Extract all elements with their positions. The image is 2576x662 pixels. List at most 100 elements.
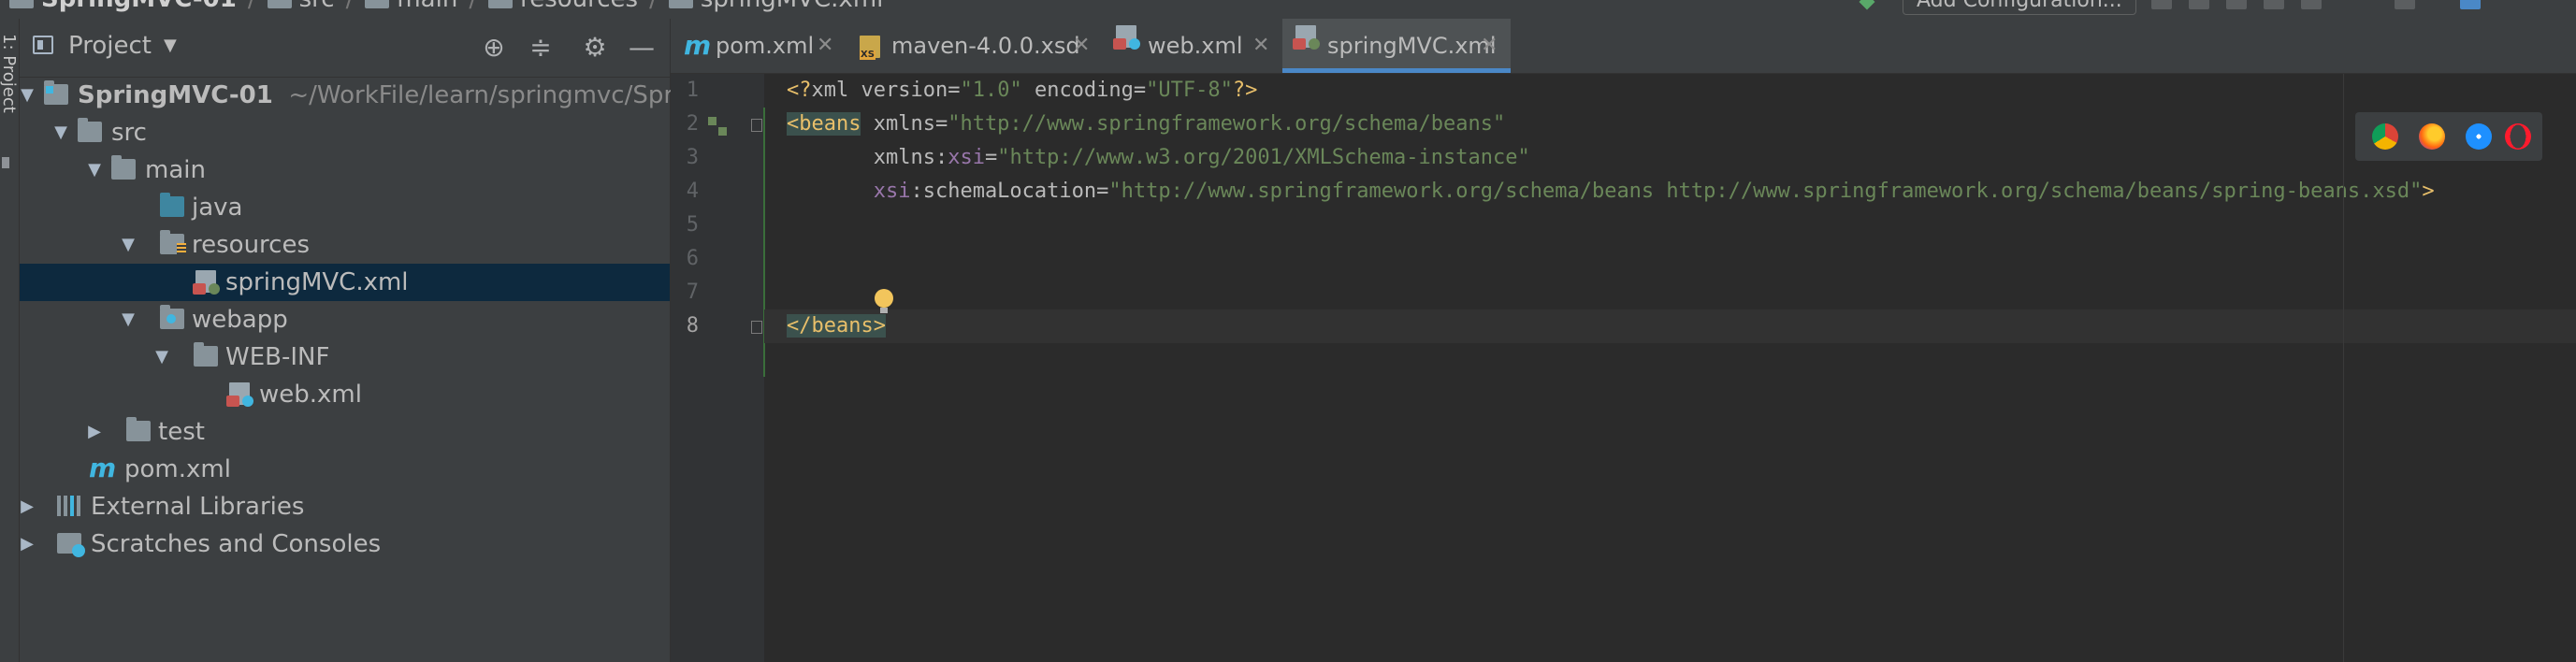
collapse-arrow-icon[interactable]: ▶ — [85, 413, 104, 451]
expand-arrow-icon[interactable]: ▼ — [18, 77, 36, 114]
tab-maven-xsd[interactable]: maven-4.0.0.xsd ✕ — [847, 19, 1101, 73]
line-number: 2 — [686, 112, 699, 136]
build-icon[interactable] — [1859, 0, 1875, 10]
tree-item-springmvc-01[interactable]: ▼ SpringMVC-01 ~/WorkFile/learn/springmv… — [18, 77, 696, 114]
add-configuration-button[interactable]: Add Configuration... — [1903, 0, 2136, 15]
hide-icon[interactable]: — — [626, 32, 658, 63]
breadcrumb-item-file[interactable]: springMVC.xml — [701, 0, 884, 13]
tab-pom-xml[interactable]: m pom.xml ✕ — [671, 19, 845, 73]
tree-item-external-libraries[interactable]: ▶ External Libraries — [20, 488, 670, 525]
project-view-selector[interactable]: Project — [68, 32, 152, 60]
collapse-arrow-icon[interactable]: ▶ — [18, 488, 36, 525]
expand-arrow-icon[interactable]: ▼ — [152, 338, 171, 376]
spring-bean-gutter-icon[interactable] — [708, 117, 729, 137]
code-line-8[interactable]: </beans> — [787, 309, 886, 343]
folder-icon — [488, 0, 514, 8]
locate-icon[interactable]: ⊕ — [478, 32, 510, 63]
tree-item-label: main — [145, 156, 206, 184]
project-panel: Project ▼ ⊕ ≑ ⚙ — ▼ SpringMVC-01 ~/WorkF… — [18, 19, 696, 662]
code-line-4[interactable]: xsi:schemaLocation="http://www.springfra… — [787, 175, 2435, 209]
web-folder-icon — [160, 305, 184, 329]
coverage-icon[interactable] — [2226, 0, 2247, 9]
folder-icon — [267, 0, 292, 8]
gear-icon[interactable]: ⚙ — [579, 32, 611, 63]
tab-label: pom.xml — [716, 33, 815, 59]
opera-icon[interactable] — [2505, 123, 2531, 150]
resources-folder-icon — [160, 230, 186, 254]
module-folder-icon — [44, 80, 68, 105]
intention-bulb-icon[interactable] — [875, 289, 893, 313]
spring-xml-file-icon — [1293, 25, 1320, 50]
close-icon[interactable]: ✕ — [1252, 19, 1269, 73]
tab-label: springMVC.xml — [1327, 33, 1497, 59]
expand-arrow-icon[interactable]: ▼ — [85, 151, 104, 189]
editor-gutter[interactable]: 1 2 3 4 5 6 7 8 — [671, 74, 765, 662]
close-icon[interactable]: ✕ — [817, 19, 833, 73]
code-line-2[interactable]: <beans xmlns="http://www.springframework… — [787, 108, 1505, 141]
tree-item-web-inf[interactable]: ▼ WEB-INF — [20, 338, 670, 376]
breadcrumb-item-resources[interactable]: resources — [520, 0, 638, 13]
tree-item-label: webapp — [192, 306, 288, 334]
line-number: 4 — [686, 180, 699, 203]
tree-item-resources[interactable]: ▼ resources — [20, 226, 670, 264]
tree-item-label: External Libraries — [91, 493, 305, 521]
breadcrumb-item-src[interactable]: src — [299, 0, 335, 13]
structure-tab-icon[interactable] — [2, 157, 9, 168]
right-margin-guide — [2343, 74, 2344, 662]
firefox-icon[interactable] — [2419, 123, 2445, 150]
breadcrumb: SpringMVC-01/src/main/resources/springMV… — [9, 0, 883, 13]
tree-item-springmvc-xml[interactable]: springMVC.xml — [20, 264, 670, 301]
expand-arrow-icon[interactable]: ▼ — [51, 114, 70, 151]
run-icon[interactable] — [2151, 0, 2172, 9]
code-line-1[interactable]: <?xml version="1.0" encoding="UTF-8"?> — [787, 74, 1257, 108]
code-editor[interactable]: <?xml version="1.0" encoding="UTF-8"?> <… — [764, 74, 2576, 662]
scratches-icon — [57, 533, 85, 557]
collapse-all-icon[interactable]: ≑ — [525, 32, 557, 63]
close-icon[interactable]: ✕ — [1481, 19, 1498, 73]
tree-item-pom-xml[interactable]: m pom.xml — [20, 451, 670, 488]
tree-item-scratches[interactable]: ▶ Scratches and Consoles — [20, 525, 670, 563]
tree-item-path: ~/WorkFile/learn/springmvc/Sprin — [288, 81, 696, 109]
project-icon — [33, 36, 53, 54]
left-tool-strip: 1: Project — [0, 19, 20, 662]
search-everywhere-icon[interactable] — [2460, 0, 2481, 9]
tree-item-label: Scratches and Consoles — [91, 530, 382, 558]
tree-item-java[interactable]: java — [20, 189, 670, 226]
tree-item-label: springMVC.xml — [225, 268, 409, 296]
profile-icon[interactable] — [2264, 0, 2284, 9]
tree-item-webapp[interactable]: ▼ webapp — [20, 301, 670, 338]
maven-icon: m — [684, 30, 712, 61]
code-line-3[interactable]: xmlns:xsi="http://www.w3.org/2001/XMLSch… — [787, 141, 1530, 175]
breadcrumb-item-main[interactable]: main — [397, 0, 457, 13]
chrome-icon[interactable] — [2372, 123, 2398, 150]
chevron-down-icon[interactable]: ▼ — [164, 36, 177, 55]
project-structure-icon[interactable] — [2395, 0, 2415, 9]
maven-icon: m — [89, 453, 117, 483]
tree-item-main[interactable]: ▼ main — [20, 151, 670, 189]
folder-icon — [111, 155, 136, 180]
source-folder-icon — [160, 193, 184, 217]
debug-icon[interactable] — [2189, 0, 2209, 9]
breadcrumb-item-project[interactable]: SpringMVC-01 — [41, 0, 237, 13]
fold-marker-icon[interactable] — [751, 119, 762, 132]
expand-arrow-icon[interactable]: ▼ — [119, 301, 137, 338]
tab-springmvc-xml[interactable]: springMVC.xml ✕ — [1282, 19, 1511, 73]
safari-icon[interactable] — [2466, 123, 2492, 150]
expand-arrow-icon[interactable]: ▼ — [119, 226, 137, 264]
stop-icon[interactable] — [2301, 0, 2322, 9]
xsd-file-icon — [860, 36, 880, 60]
fold-marker-icon[interactable] — [751, 321, 762, 334]
tree-item-label: SpringMVC-01 — [78, 81, 273, 109]
tab-web-xml[interactable]: web.xml ✕ — [1103, 19, 1281, 73]
tree-item-label: test — [158, 418, 205, 446]
tree-item-label: java — [192, 194, 243, 222]
tree-item-test[interactable]: ▶ test — [20, 413, 670, 451]
tree-item-web-xml[interactable]: web.xml — [20, 376, 670, 413]
tree-item-label: web.xml — [259, 381, 362, 409]
tree-item-src[interactable]: ▼ src — [20, 114, 670, 151]
libraries-icon — [57, 496, 81, 516]
project-tool-window-tab[interactable]: 1: Project — [0, 34, 19, 127]
collapse-arrow-icon[interactable]: ▶ — [18, 525, 36, 563]
close-icon[interactable]: ✕ — [1073, 19, 1090, 73]
tree-item-label: resources — [192, 231, 311, 259]
